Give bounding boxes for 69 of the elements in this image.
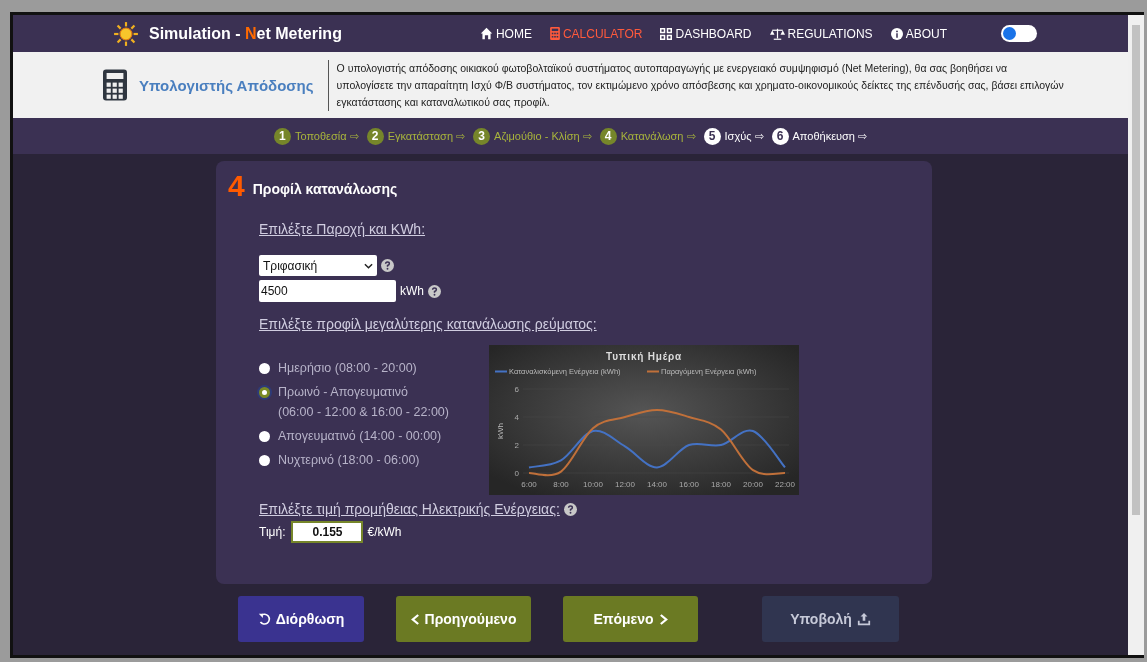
chevron-down-icon	[364, 262, 373, 269]
radio-label[interactable]: Ημερήσιο (08:00 - 20:00)	[278, 358, 417, 378]
radio-button[interactable]	[259, 387, 270, 398]
step-link[interactable]: 1 Τοποθεσία ⇨	[273, 127, 359, 145]
chart-title: Τυπική Ημέρα	[606, 351, 682, 362]
nav-link[interactable]: ABOUT	[890, 26, 947, 41]
nav-link[interactable]: REGULATIONS	[769, 26, 873, 41]
unit-label: kWh	[400, 284, 424, 298]
unit-label: €/kWh	[367, 525, 402, 539]
calculator-icon	[103, 69, 127, 101]
grid-icon	[660, 27, 673, 40]
x-tick: 14:00	[647, 480, 667, 489]
radio-label[interactable]: Πρωινό - Απογευματινό (06:00 - 12:00 & 16:00 - 22:00)	[278, 382, 449, 422]
undo-icon	[257, 612, 271, 626]
intro-text: Ο υπολογιστής απόδοσης οικιακού φωτοβολταϊκού συστήματος αυτοπαραγωγής με ενεργειακό συμψηφισμό (Net Metering), θα σας βοηθήσει να υπολογίσετε την απαραίτητη Ισχύ Φ/Β συστήματος, τον εκτιμώμενο χρόνο απόσβεσης και χρηματο-οικονομικούς δείκτες της επένδυσής σας, βάσει επιλογών εγκατάστασης και καταναλωτικού σας προφίλ.	[327, 59, 1067, 111]
sun-logo-icon	[113, 20, 139, 47]
chevron-left-icon	[410, 613, 420, 625]
reset-button[interactable]: Διόρθωση	[238, 596, 364, 642]
radio-label[interactable]: Απογευματινό (14:00 - 00:00)	[278, 426, 442, 446]
step-number: 4	[228, 171, 245, 201]
nav-link[interactable]: CALCULATOR	[549, 26, 643, 41]
section-heading: Επιλέξτε Παροχή και KWh:	[259, 221, 426, 237]
price-label: Τιμή:	[259, 525, 286, 539]
y-tick: 6	[514, 385, 519, 394]
submit-button[interactable]: Υποβολή	[762, 596, 899, 642]
price-input[interactable]: 0.155	[291, 521, 364, 543]
section-title: Προφίλ κατανάλωσης	[252, 181, 398, 197]
x-tick: 20:00	[743, 480, 763, 489]
y-tick: 4	[514, 413, 519, 422]
scale-icon	[769, 27, 785, 40]
upload-icon	[856, 612, 871, 626]
step-link[interactable]: 4 Κατανάλωση ⇨	[599, 127, 696, 145]
step-link[interactable]: 5 Ισχύς ⇨	[703, 127, 764, 145]
radio-label[interactable]: Νυχτερινό (18:00 - 06:00)	[278, 450, 420, 470]
scrollbar[interactable]	[1128, 12, 1144, 658]
radio-button[interactable]	[259, 431, 270, 442]
supply-select[interactable]: Τριφασική	[259, 255, 377, 276]
x-tick: 16:00	[679, 480, 699, 489]
x-tick: 18:00	[711, 480, 731, 489]
step-link[interactable]: 2 Εγκατάσταση ⇨	[366, 127, 466, 145]
previous-button[interactable]: Προηγούμενο	[396, 596, 531, 642]
calculator-icon	[549, 27, 560, 40]
radio-button[interactable]	[259, 455, 270, 466]
site-title[interactable]: Simulation - Net Metering	[149, 24, 342, 43]
step-link[interactable]: 6 Αποθήκευση ⇨	[771, 127, 868, 145]
nav-link[interactable]: DASHBOARD	[660, 26, 752, 41]
home-icon	[479, 27, 493, 40]
page-title: Υπολογιστής Απόδοσης	[139, 76, 314, 94]
x-tick: 22:00	[775, 480, 795, 489]
step-link[interactable]: 3 Αζιμούθιο - Κλίση ⇨	[473, 127, 592, 145]
help-icon[interactable]	[381, 259, 394, 272]
section-heading: Επιλέξτε προφίλ μεγαλύτερης κατανάλωσης ρεύματος:	[259, 316, 597, 332]
theme-toggle[interactable]	[1000, 25, 1037, 42]
x-tick: 8:00	[553, 480, 569, 489]
y-tick: 2	[514, 441, 519, 450]
section-heading: Επιλέξτε τιμή προμήθειας Ηλεκτρικής Ενέργειας:	[259, 501, 560, 517]
x-tick: 12:00	[615, 480, 635, 489]
chevron-right-icon	[658, 613, 668, 625]
x-tick: 6:00	[521, 480, 537, 489]
radio-button[interactable]	[259, 363, 270, 374]
info-icon	[890, 27, 903, 40]
kwh-input[interactable]: 4500	[259, 280, 396, 302]
x-tick: 10:00	[583, 480, 603, 489]
next-button[interactable]: Επόμενο	[563, 596, 698, 642]
y-tick: 0	[514, 469, 519, 478]
help-icon[interactable]	[428, 284, 441, 298]
y-axis-label: kWh	[496, 423, 505, 439]
help-icon[interactable]	[563, 502, 577, 516]
nav-link[interactable]: HOME	[479, 26, 532, 41]
